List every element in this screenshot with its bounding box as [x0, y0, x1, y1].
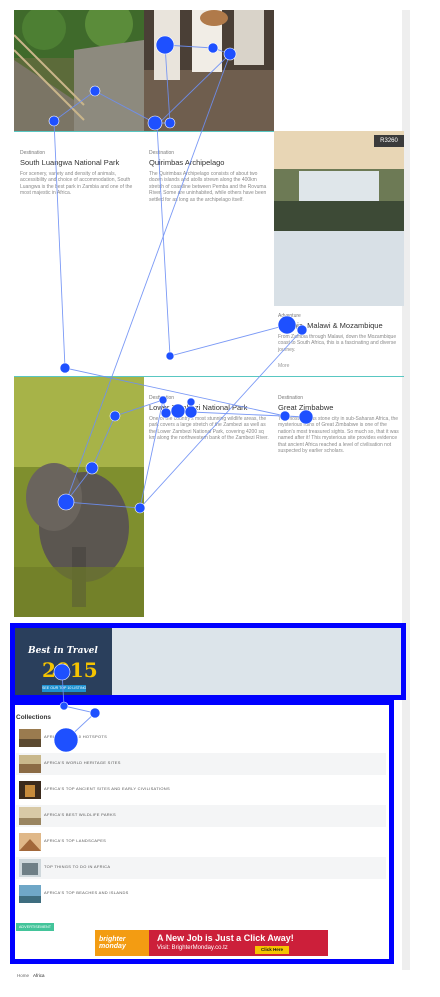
card-description: One of the country's most stunning wildl…	[149, 416, 269, 442]
price-badge: R3260	[374, 135, 404, 147]
card-image-placeholder	[274, 231, 404, 306]
card-title[interactable]: Great Zimbabwe	[278, 403, 400, 412]
card-title[interactable]: Quirimbas Archipelago	[149, 158, 269, 167]
page: Destination South Luangwa National Park …	[0, 0, 440, 997]
card-lower-zambezi[interactable]: Destination Lower Zambezi National Park …	[149, 395, 271, 442]
highlight-box-promo	[10, 623, 406, 700]
card-kicker: Destination	[149, 150, 175, 156]
card-great-zimbabwe[interactable]: Destination Great Zimbabwe The most famo…	[278, 395, 400, 455]
card-kicker: Adventure	[278, 313, 301, 319]
card-kicker: Destination	[20, 150, 46, 156]
card-title[interactable]: Zambia, Malawi & Mozambique	[278, 321, 400, 330]
card-description: From Zambia through Malawi, down the Moz…	[278, 334, 397, 353]
card-description: For scenery, variety and density of anim…	[20, 171, 133, 197]
breadcrumb-home-link[interactable]: Home	[17, 973, 29, 978]
breadcrumb: Home Africa	[17, 973, 45, 978]
divider-line	[14, 131, 274, 132]
photo-elephant[interactable]	[14, 377, 144, 617]
photo-rope-bridge[interactable]	[14, 10, 144, 131]
card-more-link[interactable]: More	[278, 363, 400, 369]
card-description: The Quirimbas Archipelago consists of ab…	[149, 171, 267, 203]
highlight-box-collections	[10, 700, 394, 964]
card-quirimbas[interactable]: Destination Quirimbas Archipelago The Qu…	[149, 150, 269, 204]
card-title[interactable]: Lower Zambezi National Park	[149, 403, 271, 412]
card-south-luangwa[interactable]: Destination South Luangwa National Park …	[20, 150, 138, 197]
card-kicker: Destination	[278, 395, 304, 401]
card-zambia-malawi[interactable]: Adventure Zambia, Malawi & Mozambique Fr…	[278, 313, 400, 370]
card-title[interactable]: South Luangwa National Park	[20, 158, 138, 167]
card-kicker: Destination	[149, 395, 175, 401]
card-description: The most famous stone city in sub-Sahara…	[278, 416, 399, 455]
breadcrumb-current: Africa	[33, 973, 45, 978]
photo-people[interactable]	[144, 10, 274, 131]
